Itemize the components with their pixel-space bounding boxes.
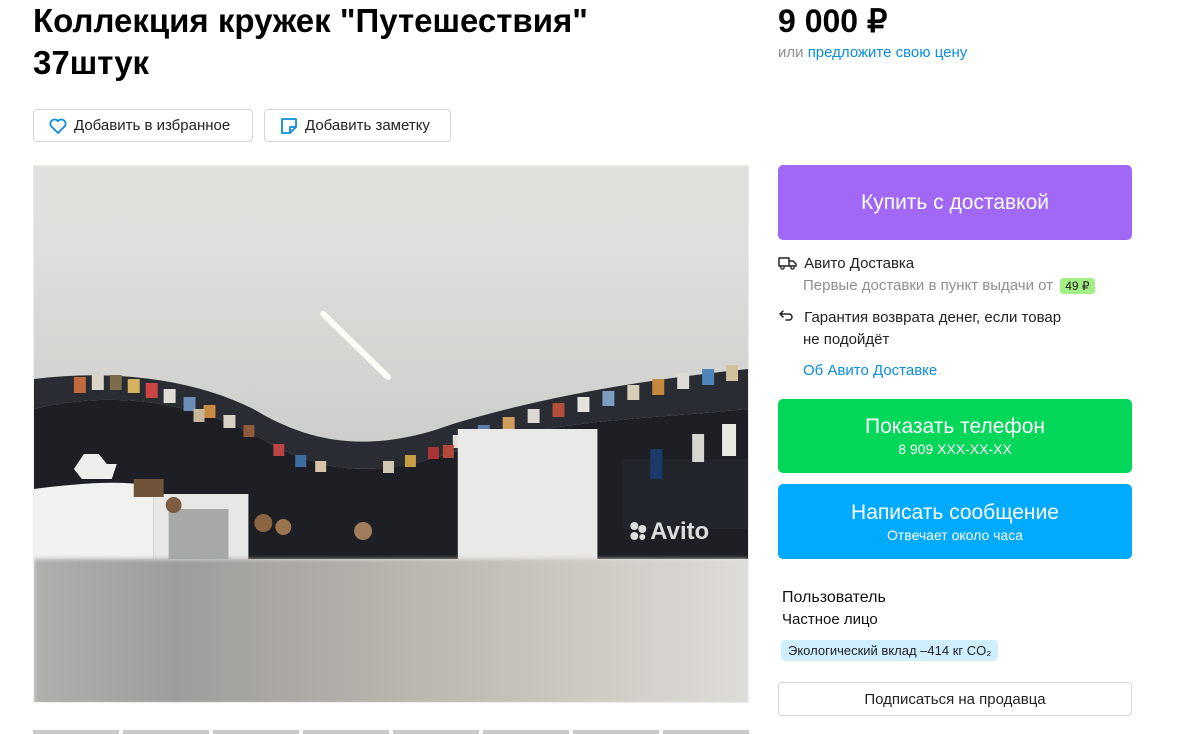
add-note-label: Добавить заметку [305, 117, 430, 134]
thumbnail[interactable] [123, 730, 209, 734]
response-time: Отвечает около часа [886, 526, 1024, 543]
thumbnail[interactable] [393, 730, 479, 734]
listing-title: Коллекция кружек "Путешествия" 37штук [33, 2, 588, 81]
thumbnail[interactable] [483, 730, 569, 734]
delivery-subtitle: Первые доставки в пункт выдачи от 49 ₽ [803, 277, 1095, 294]
return-arrow-icon [779, 310, 793, 321]
avito-watermark: Avito [650, 518, 709, 545]
add-to-favorites-button[interactable]: Добавить в избранное [33, 109, 253, 142]
heart-icon [49, 118, 67, 134]
offer-price-link[interactable]: предложите свою цену [808, 44, 968, 61]
delivery-title: Авито Доставка [804, 255, 915, 272]
offer-prefix: или [778, 44, 808, 61]
truck-icon [778, 257, 797, 270]
guarantee-line2: не подойдёт [803, 331, 890, 348]
guarantee-line1: Гарантия возврата денег, если товар [804, 309, 1062, 326]
eco-contribution-badge[interactable]: Экологический вклад –414 кг CO₂ [781, 640, 999, 661]
seller-name[interactable]: Пользователь [782, 589, 886, 607]
thumbnail[interactable] [303, 730, 389, 734]
phone-number-masked: 8 909 XXX-XX-XX [898, 441, 1012, 457]
photo-thumbnails [33, 730, 749, 734]
show-phone-label: Показать телефон [865, 415, 1045, 438]
photo-blur-bottom [34, 559, 748, 702]
thumbnail[interactable] [663, 730, 749, 734]
write-message-button[interactable]: Написать сообщение Отвечает около часа [778, 484, 1132, 559]
listing-price: 9 000 ₽ [778, 3, 888, 39]
buy-with-delivery-button[interactable]: Купить с доставкой [778, 165, 1132, 240]
price-offer: или предложите свою цену [778, 44, 967, 61]
thumbnail[interactable] [573, 730, 659, 734]
about-delivery-link[interactable]: Об Авито Доставке [803, 362, 937, 379]
listing-photo[interactable]: Avito [33, 165, 749, 703]
write-message-label: Написать сообщение [851, 500, 1059, 524]
photo-blur-top [34, 166, 748, 309]
delivery-info: Авито Доставка [778, 255, 914, 272]
add-note-button[interactable]: Добавить заметку [264, 109, 451, 142]
seller-type: Частное лицо [782, 611, 878, 628]
delivery-sub-text: Первые доставки в пункт выдачи от [803, 277, 1054, 294]
subscribe-seller-button[interactable]: Подписаться на продавца [778, 682, 1132, 716]
photo-image: Avito [34, 309, 748, 559]
thumbnail[interactable] [33, 730, 119, 734]
money-back-guarantee: Гарантия возврата денег, если товар [778, 309, 1061, 326]
add-to-favorites-label: Добавить в избранное [74, 117, 231, 134]
note-icon [281, 117, 297, 134]
thumbnail[interactable] [213, 730, 299, 734]
delivery-price-badge: 49 ₽ [1060, 278, 1095, 294]
show-phone-button[interactable]: Показать телефон 8 909 XXX-XX-XX [778, 399, 1132, 473]
